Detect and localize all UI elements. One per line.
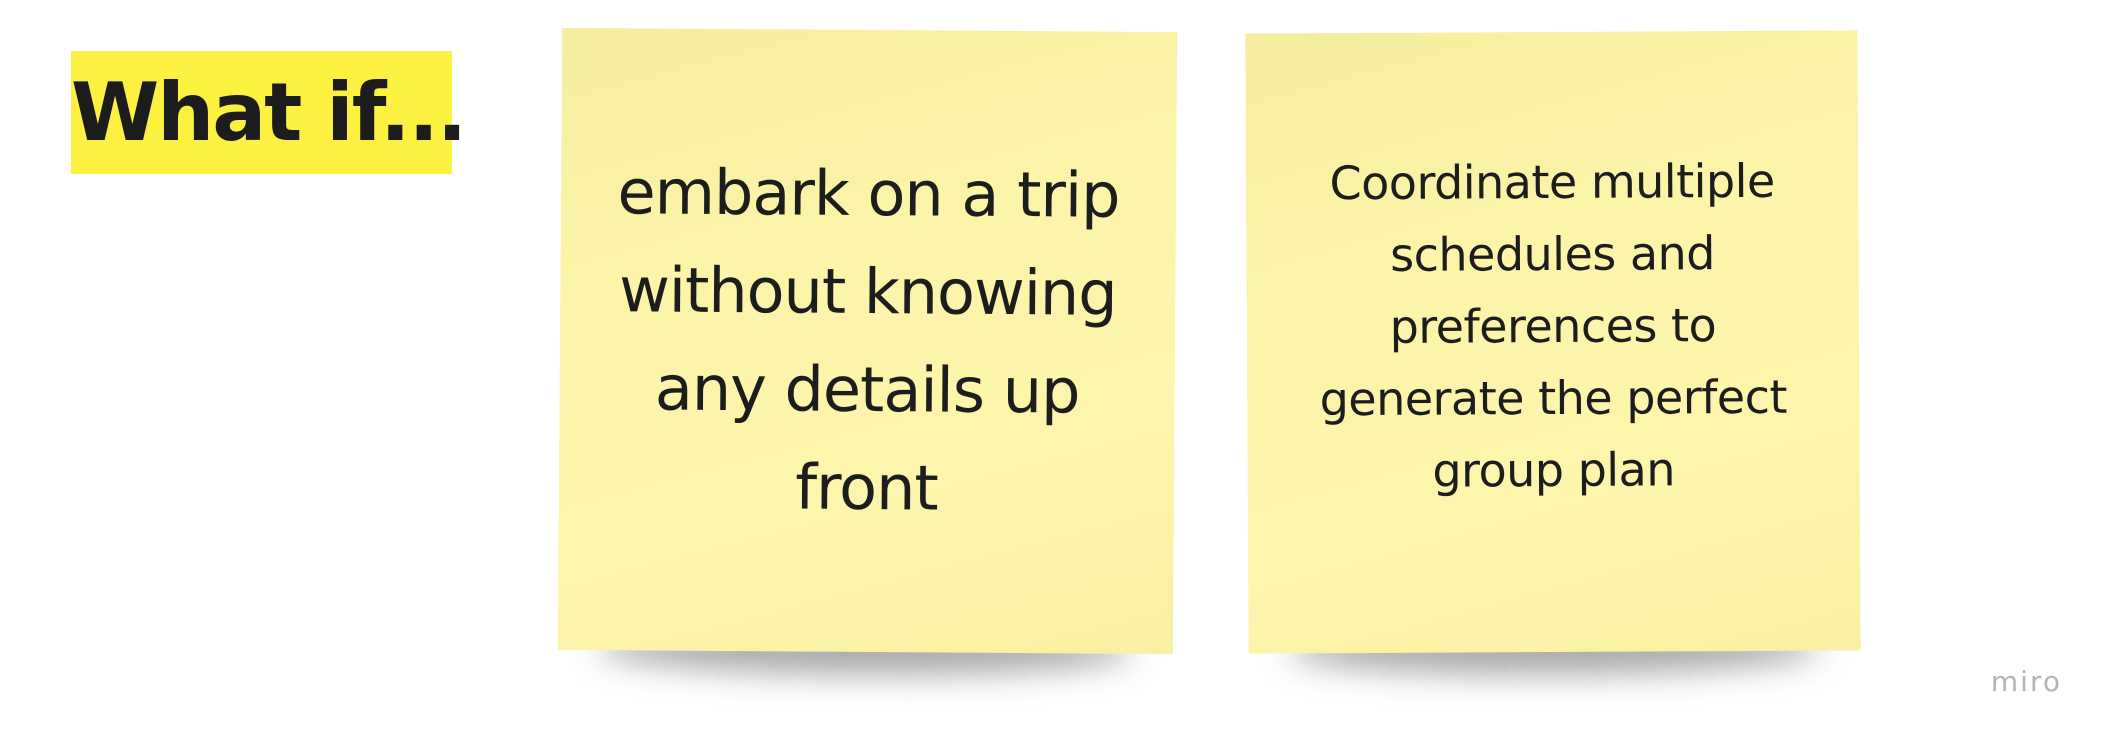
heading-highlight[interactable]: What if... xyxy=(71,51,467,174)
sticky-note[interactable]: Coordinate multiple schedules and prefer… xyxy=(1245,30,1861,676)
sticky-note[interactable]: embark on a trip without knowing any det… xyxy=(557,27,1178,676)
sticky-note-text: embark on a trip without knowing any det… xyxy=(617,155,1120,525)
sticky-note-body[interactable]: embark on a trip without knowing any det… xyxy=(557,27,1178,655)
heading-text: What if... xyxy=(71,66,467,159)
sticky-note-text: Coordinate multiple schedules and prefer… xyxy=(1319,153,1788,498)
miro-logo: miro xyxy=(1990,665,2062,698)
sticky-note-body[interactable]: Coordinate multiple schedules and prefer… xyxy=(1245,30,1861,654)
